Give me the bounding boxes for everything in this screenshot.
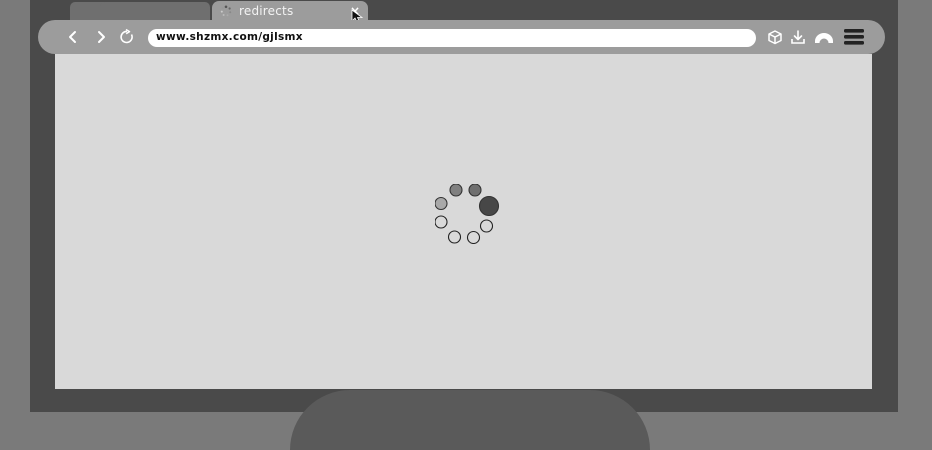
address-bar[interactable]: www.shzmx.com/gjlsmx xyxy=(148,29,756,47)
extensions-button[interactable] xyxy=(765,28,785,46)
profile-button[interactable] xyxy=(813,28,835,46)
background-tab[interactable] xyxy=(100,2,210,20)
reload-button[interactable] xyxy=(118,28,136,46)
menu-button[interactable] xyxy=(843,28,865,46)
downloads-button[interactable] xyxy=(788,28,808,46)
address-url: www.shzmx.com/gjlsmx xyxy=(156,31,303,43)
loading-favicon-icon xyxy=(220,5,232,17)
tab-title: redirects xyxy=(239,4,294,18)
monitor-stand xyxy=(290,390,650,450)
forward-button[interactable] xyxy=(92,28,110,46)
page-viewport xyxy=(55,54,872,389)
loading-spinner-icon xyxy=(435,184,500,244)
tab-active[interactable]: redirects × xyxy=(212,1,368,22)
browser-toolbar: www.shzmx.com/gjlsmx xyxy=(38,20,885,54)
tab-strip xyxy=(40,0,885,22)
back-button[interactable] xyxy=(64,28,82,46)
